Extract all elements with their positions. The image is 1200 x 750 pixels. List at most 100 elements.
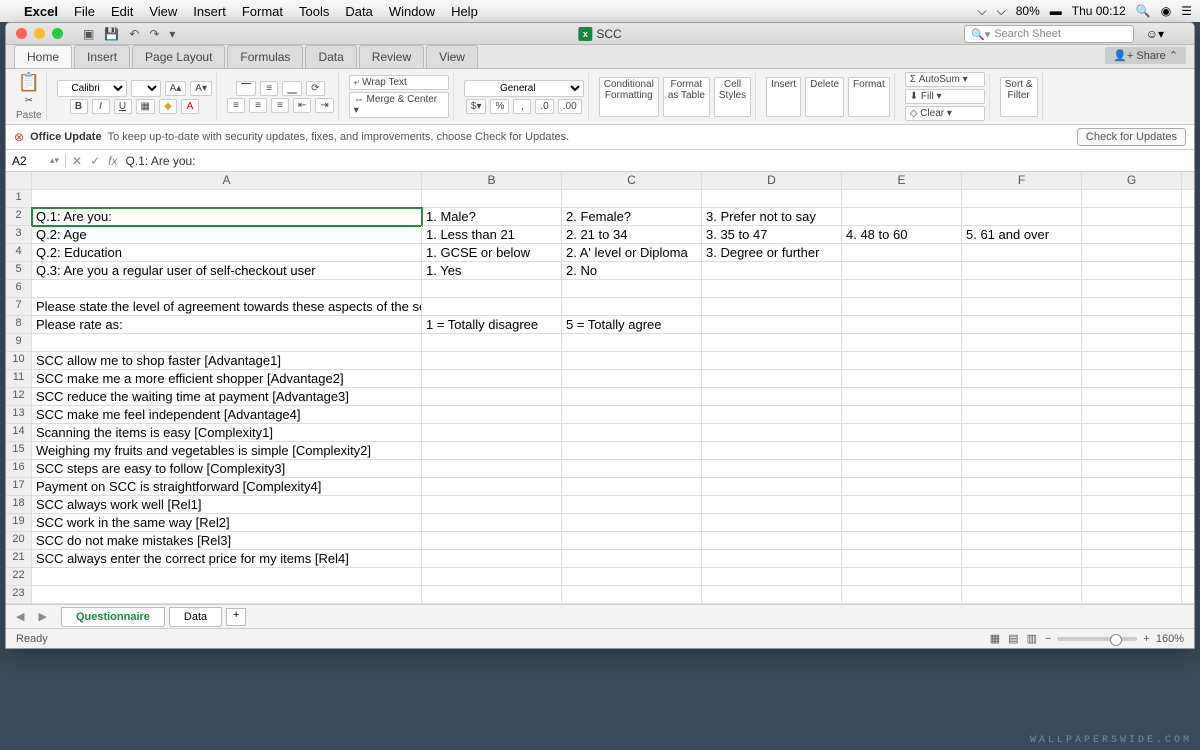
cell[interactable]: Q.3: Are you a regular user of self-chec… <box>32 262 422 280</box>
zoom-value[interactable]: 160% <box>1156 633 1184 645</box>
cell[interactable] <box>962 406 1082 424</box>
cell[interactable] <box>842 352 962 370</box>
menu-data[interactable]: Data <box>345 4 372 19</box>
cell[interactable] <box>962 334 1082 352</box>
cell[interactable]: Scanning the items is easy [Complexity1] <box>32 424 422 442</box>
cell[interactable] <box>1182 460 1194 478</box>
cell[interactable] <box>1082 190 1182 208</box>
cell[interactable] <box>962 586 1082 604</box>
cell[interactable] <box>32 190 422 208</box>
undo-icon[interactable]: ↶ <box>129 27 139 41</box>
row-header[interactable]: 23 <box>6 586 32 604</box>
cell[interactable] <box>562 370 702 388</box>
cell[interactable]: SCC always enter the correct price for m… <box>32 550 422 568</box>
cell[interactable] <box>562 388 702 406</box>
cell-styles-button[interactable]: Cell Styles <box>714 77 751 117</box>
cell[interactable] <box>1182 352 1194 370</box>
cell[interactable] <box>702 298 842 316</box>
cell[interactable] <box>962 532 1082 550</box>
bluetooth-icon[interactable]: ⌵ <box>978 4 987 19</box>
cell[interactable] <box>702 424 842 442</box>
tab-insert[interactable]: Insert <box>74 45 130 68</box>
cell[interactable] <box>562 496 702 514</box>
cell[interactable]: Payment on SCC is straightforward [Compl… <box>32 478 422 496</box>
wifi-icon[interactable]: ⌵ <box>997 4 1006 19</box>
cell[interactable] <box>562 586 702 604</box>
percent-button[interactable]: % <box>490 99 509 114</box>
cell[interactable] <box>422 298 562 316</box>
cell[interactable] <box>842 388 962 406</box>
cell[interactable] <box>562 424 702 442</box>
cell[interactable] <box>1082 568 1182 586</box>
zoom-button[interactable] <box>52 28 63 39</box>
cell[interactable] <box>32 280 422 298</box>
cell[interactable] <box>1082 226 1182 244</box>
cell[interactable] <box>842 460 962 478</box>
align-left-button[interactable]: ≡ <box>227 98 245 113</box>
cell[interactable] <box>1082 532 1182 550</box>
comma-button[interactable]: , <box>513 99 531 114</box>
row-header[interactable]: 14 <box>6 424 32 442</box>
cell[interactable] <box>422 568 562 586</box>
cell[interactable] <box>842 190 962 208</box>
cell[interactable] <box>842 334 962 352</box>
cell[interactable] <box>1182 226 1194 244</box>
cell[interactable] <box>32 586 422 604</box>
cell[interactable] <box>1182 478 1194 496</box>
cell[interactable] <box>562 460 702 478</box>
name-box[interactable]: A2▴▾ <box>6 154 66 168</box>
cell[interactable] <box>562 298 702 316</box>
cell[interactable]: 2. No <box>562 262 702 280</box>
cell[interactable] <box>1182 190 1194 208</box>
col-header[interactable]: H <box>1182 172 1194 190</box>
cell[interactable] <box>562 478 702 496</box>
cell[interactable] <box>1082 352 1182 370</box>
cell[interactable] <box>842 208 962 226</box>
cell[interactable]: 2. A' level or Diploma <box>562 244 702 262</box>
cell[interactable] <box>422 460 562 478</box>
col-header[interactable]: D <box>702 172 842 190</box>
row-header[interactable]: 10 <box>6 352 32 370</box>
cell[interactable] <box>1082 424 1182 442</box>
tab-home[interactable]: Home <box>14 45 72 68</box>
cell[interactable] <box>1082 244 1182 262</box>
bold-button[interactable]: B <box>70 99 88 114</box>
cell[interactable] <box>1082 388 1182 406</box>
cell[interactable] <box>1182 406 1194 424</box>
cell[interactable] <box>702 262 842 280</box>
cell[interactable] <box>842 424 962 442</box>
check-updates-button[interactable]: Check for Updates <box>1077 128 1186 146</box>
cell[interactable]: 5. 61 and over <box>962 226 1082 244</box>
cell[interactable] <box>562 442 702 460</box>
cell[interactable] <box>962 478 1082 496</box>
col-header[interactable]: E <box>842 172 962 190</box>
cell[interactable]: 1. Yes <box>422 262 562 280</box>
row-header[interactable]: 18 <box>6 496 32 514</box>
number-format-select[interactable]: General <box>464 80 584 97</box>
tab-data[interactable]: Data <box>305 45 356 68</box>
row-header[interactable]: 12 <box>6 388 32 406</box>
cell[interactable] <box>422 190 562 208</box>
font-size-select[interactable]: 11 <box>131 80 161 97</box>
cell[interactable] <box>702 388 842 406</box>
cell[interactable]: 1 = Totally disagree <box>422 316 562 334</box>
tab-view[interactable]: View <box>426 45 478 68</box>
cell[interactable] <box>422 388 562 406</box>
currency-button[interactable]: $▾ <box>466 99 487 114</box>
underline-button[interactable]: U <box>114 99 132 114</box>
cell[interactable]: SCC always work well [Rel1] <box>32 496 422 514</box>
cell[interactable] <box>562 550 702 568</box>
cell[interactable] <box>702 478 842 496</box>
clear-button[interactable]: ◇ Clear ▾ <box>905 106 985 121</box>
row-header[interactable]: 3 <box>6 226 32 244</box>
add-sheet-button[interactable]: + <box>226 608 246 626</box>
cell[interactable] <box>962 568 1082 586</box>
cell[interactable] <box>1182 568 1194 586</box>
font-color-button[interactable]: A <box>181 99 199 114</box>
cell[interactable] <box>702 352 842 370</box>
cell[interactable] <box>1182 208 1194 226</box>
cell[interactable] <box>1082 298 1182 316</box>
cell[interactable]: Please state the level of agreement towa… <box>32 298 422 316</box>
cell[interactable] <box>702 370 842 388</box>
cell[interactable] <box>1082 496 1182 514</box>
